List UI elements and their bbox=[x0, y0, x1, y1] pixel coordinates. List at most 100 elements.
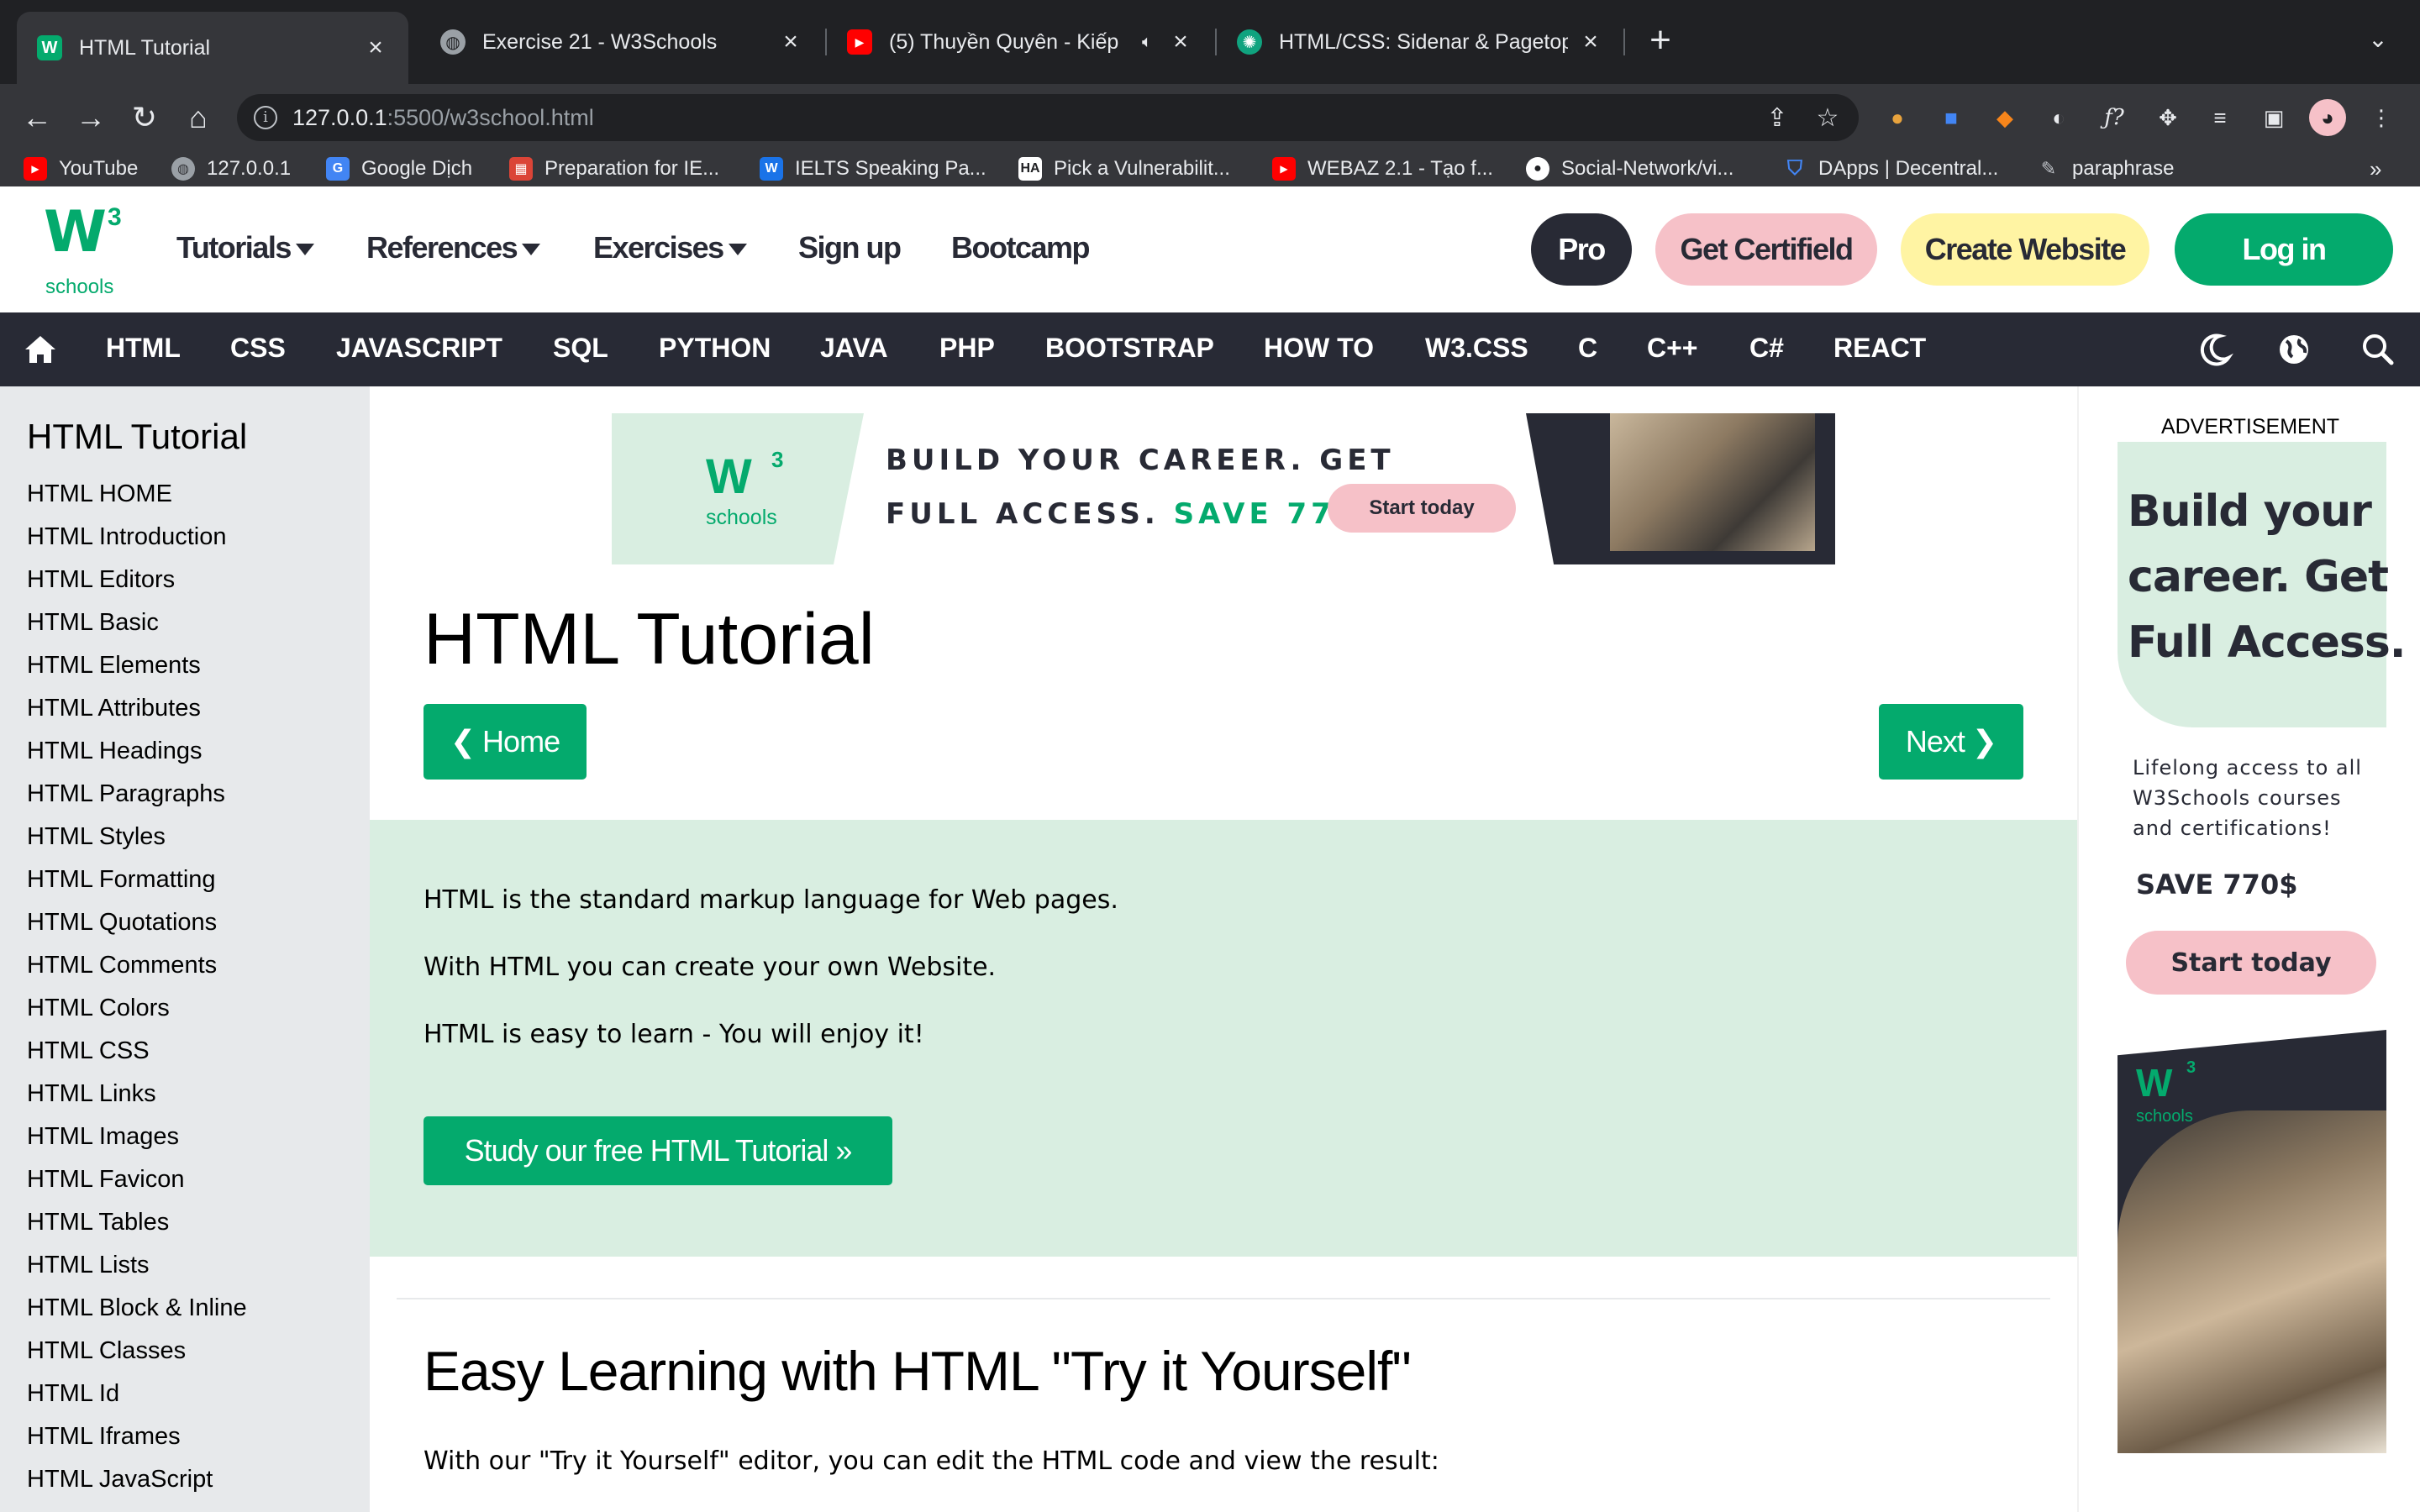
tab-search-chevron-icon[interactable]: ⌄ bbox=[2361, 25, 2395, 59]
sidebar-item-html-tables[interactable]: HTML Tables bbox=[27, 1204, 247, 1247]
sidebar-item-html-basic[interactable]: HTML Basic bbox=[27, 604, 247, 647]
menu-tutorials[interactable]: Tutorials bbox=[176, 230, 314, 265]
pro-button[interactable]: Pro bbox=[1531, 213, 1632, 286]
tab-close-icon[interactable]: × bbox=[1578, 28, 1603, 55]
address-bar[interactable]: i 127.0.0.1:5500/w3school.html ⇪ ☆ bbox=[237, 94, 1859, 141]
ad-headline-line: Build your bbox=[2128, 486, 2372, 537]
translate-extension-icon[interactable]: ■ bbox=[1933, 99, 1970, 136]
bookmark-dapps[interactable]: ⛉ DApps | Decentral... bbox=[1783, 155, 1998, 183]
reload-icon[interactable]: ↻ bbox=[126, 99, 163, 136]
nav-html[interactable]: HTML bbox=[106, 333, 181, 364]
sidebar-item-html-classes[interactable]: HTML Classes bbox=[27, 1332, 247, 1375]
search-icon[interactable] bbox=[2356, 328, 2400, 371]
menu-references[interactable]: References bbox=[366, 230, 541, 265]
sidebar-item-html-javascript[interactable]: HTML JavaScript bbox=[27, 1461, 247, 1504]
tab-close-icon[interactable]: × bbox=[363, 34, 388, 61]
sidebar-item-html-quotations[interactable]: HTML Quotations bbox=[27, 904, 247, 947]
ad-start-today-button[interactable]: Start today bbox=[2126, 931, 2376, 995]
sidebar-item-html-headings[interactable]: HTML Headings bbox=[27, 732, 247, 775]
sidebar-item-html-colors[interactable]: HTML Colors bbox=[27, 990, 247, 1032]
sidebar-item-html-lists[interactable]: HTML Lists bbox=[27, 1247, 247, 1289]
sidebar-item-html-iframes[interactable]: HTML Iframes bbox=[27, 1418, 247, 1461]
bookmark-youtube[interactable]: ▶ YouTube bbox=[24, 155, 138, 183]
nav-sql[interactable]: SQL bbox=[553, 333, 608, 364]
tab-close-icon[interactable]: × bbox=[778, 28, 803, 55]
nav-css[interactable]: CSS bbox=[230, 333, 286, 364]
tab-exercise[interactable]: ◍ Exercise 21 - W3Schools × bbox=[420, 12, 823, 72]
sidebar-item-html-editors[interactable]: HTML Editors bbox=[27, 561, 247, 604]
bookmark-webaz[interactable]: ▶ WEBAZ 2.1 - Tạo f... bbox=[1272, 155, 1493, 183]
sidebar-item-html-id[interactable]: HTML Id bbox=[27, 1375, 247, 1418]
media-control-icon[interactable]: ≡ bbox=[2202, 99, 2238, 136]
nav-csharp[interactable]: C# bbox=[1749, 333, 1784, 364]
nav-cpp[interactable]: C++ bbox=[1647, 333, 1697, 364]
bookmark-paraphrase[interactable]: ✎ paraphrase bbox=[2037, 155, 2174, 183]
banner-start-today-button[interactable]: Start today bbox=[1328, 484, 1516, 533]
sidebar-item-html-attributes[interactable]: HTML Attributes bbox=[27, 690, 247, 732]
tab-youtube[interactable]: ▶ (5) Thuyền Quyên - Kiếp M 🔈︎ × bbox=[827, 12, 1213, 72]
sidebar-item-html-paragraphs[interactable]: HTML Paragraphs bbox=[27, 775, 247, 818]
speaker-icon[interactable]: 🔈︎ bbox=[1136, 29, 1158, 55]
bookmark-vulnerability[interactable]: HA Pick a Vulnerabilit... bbox=[1018, 155, 1230, 183]
tab-close-icon[interactable]: × bbox=[1168, 28, 1193, 55]
share-icon[interactable]: ⇪ bbox=[1763, 104, 1791, 133]
study-tutorial-button[interactable]: Study our free HTML Tutorial » bbox=[424, 1116, 892, 1185]
circle-extension-icon[interactable]: ◐ bbox=[2040, 99, 2077, 136]
get-certified-button[interactable]: Get Certifield bbox=[1655, 213, 1877, 286]
side-panel-icon[interactable]: ▣ bbox=[2255, 99, 2292, 136]
promo-banner[interactable]: W 3 schools BUILD YOUR CAREER. GET FULL … bbox=[612, 413, 1835, 564]
sidebar-item-html-elements[interactable]: HTML Elements bbox=[27, 647, 247, 690]
metamask-extension-icon[interactable]: ◆ bbox=[1986, 99, 2023, 136]
bookmark-google-translate[interactable]: G Google Dịch bbox=[326, 155, 472, 183]
sidebar-item-html-comments[interactable]: HTML Comments bbox=[27, 947, 247, 990]
w3schools-logo[interactable]: W 3 schools bbox=[44, 203, 128, 299]
menu-sign-up[interactable]: Sign up bbox=[798, 230, 902, 265]
nav-python[interactable]: PYTHON bbox=[659, 333, 771, 364]
nav-c[interactable]: C bbox=[1578, 333, 1597, 364]
new-tab-icon[interactable]: + bbox=[1640, 22, 1681, 62]
login-button[interactable]: Log in bbox=[2175, 213, 2393, 286]
home-button[interactable]: ❮ Home bbox=[424, 704, 587, 780]
tab-html-tutorial[interactable]: W HTML Tutorial × bbox=[17, 12, 408, 84]
bookmarks-overflow-icon[interactable]: » bbox=[2370, 156, 2381, 182]
create-website-button[interactable]: Create Website bbox=[1901, 213, 2149, 286]
bookmark-ielts-speaking[interactable]: W IELTS Speaking Pa... bbox=[760, 155, 986, 183]
extensions-puzzle-icon[interactable]: ✥ bbox=[2149, 99, 2186, 136]
menu-bootcamp[interactable]: Bootcamp bbox=[951, 230, 1091, 265]
bookmark-ielts-prep[interactable]: ▦ Preparation for IE... bbox=[509, 155, 719, 183]
forward-icon[interactable]: → bbox=[72, 99, 109, 136]
home-icon[interactable] bbox=[18, 328, 62, 371]
sidebar-item-html-introduction[interactable]: HTML Introduction bbox=[27, 518, 247, 561]
sidebar-item-html-links[interactable]: HTML Links bbox=[27, 1075, 247, 1118]
sidebar-item-html-styles[interactable]: HTML Styles bbox=[27, 818, 247, 861]
profile-avatar[interactable]: ◕ bbox=[2309, 99, 2346, 136]
sidebar-item-html-formatting[interactable]: HTML Formatting bbox=[27, 861, 247, 904]
back-icon[interactable]: ← bbox=[18, 99, 55, 136]
tab-chatgpt[interactable]: ✺ HTML/CSS: Sidenar & Pagetop × bbox=[1217, 12, 1623, 72]
globe-icon[interactable] bbox=[2272, 328, 2316, 371]
bookmark-localhost[interactable]: ◍ 127.0.0.1 bbox=[171, 155, 291, 183]
nav-react[interactable]: REACT bbox=[1833, 333, 1926, 364]
sidebar-item-html-images[interactable]: HTML Images bbox=[27, 1118, 247, 1161]
sidebar-item-html-home[interactable]: HTML HOME bbox=[27, 475, 247, 518]
menu-exercises[interactable]: Exercises bbox=[593, 230, 747, 265]
browser-menu-icon[interactable]: ⋮ bbox=[2363, 99, 2400, 136]
nav-w3css[interactable]: W3.CSS bbox=[1425, 333, 1528, 364]
next-button[interactable]: Next ❯ bbox=[1879, 704, 2023, 780]
nav-php[interactable]: PHP bbox=[939, 333, 995, 364]
nav-javascript[interactable]: JAVASCRIPT bbox=[336, 333, 502, 364]
sidebar-item-html-favicon[interactable]: HTML Favicon bbox=[27, 1161, 247, 1204]
nav-how-to[interactable]: HOW TO bbox=[1264, 333, 1374, 364]
sidebar-item-html-block-inline[interactable]: HTML Block & Inline bbox=[27, 1289, 247, 1332]
cookie-extension-icon[interactable]: ● bbox=[1879, 99, 1916, 136]
ad-photo[interactable]: W 3 schools bbox=[2118, 1030, 2386, 1453]
formula-extension-icon[interactable]: ƒ? bbox=[2096, 99, 2133, 136]
bookmark-github[interactable]: ● Social-Network/vi... bbox=[1526, 155, 1733, 183]
site-info-icon[interactable]: i bbox=[254, 106, 277, 129]
home-icon[interactable]: ⌂ bbox=[180, 99, 217, 136]
bookmark-star-icon[interactable]: ☆ bbox=[1813, 104, 1842, 133]
dark-mode-moon-icon[interactable] bbox=[2193, 328, 2237, 371]
nav-java[interactable]: JAVA bbox=[820, 333, 888, 364]
sidebar-item-html-css[interactable]: HTML CSS bbox=[27, 1032, 247, 1075]
nav-bootstrap[interactable]: BOOTSTRAP bbox=[1045, 333, 1214, 364]
